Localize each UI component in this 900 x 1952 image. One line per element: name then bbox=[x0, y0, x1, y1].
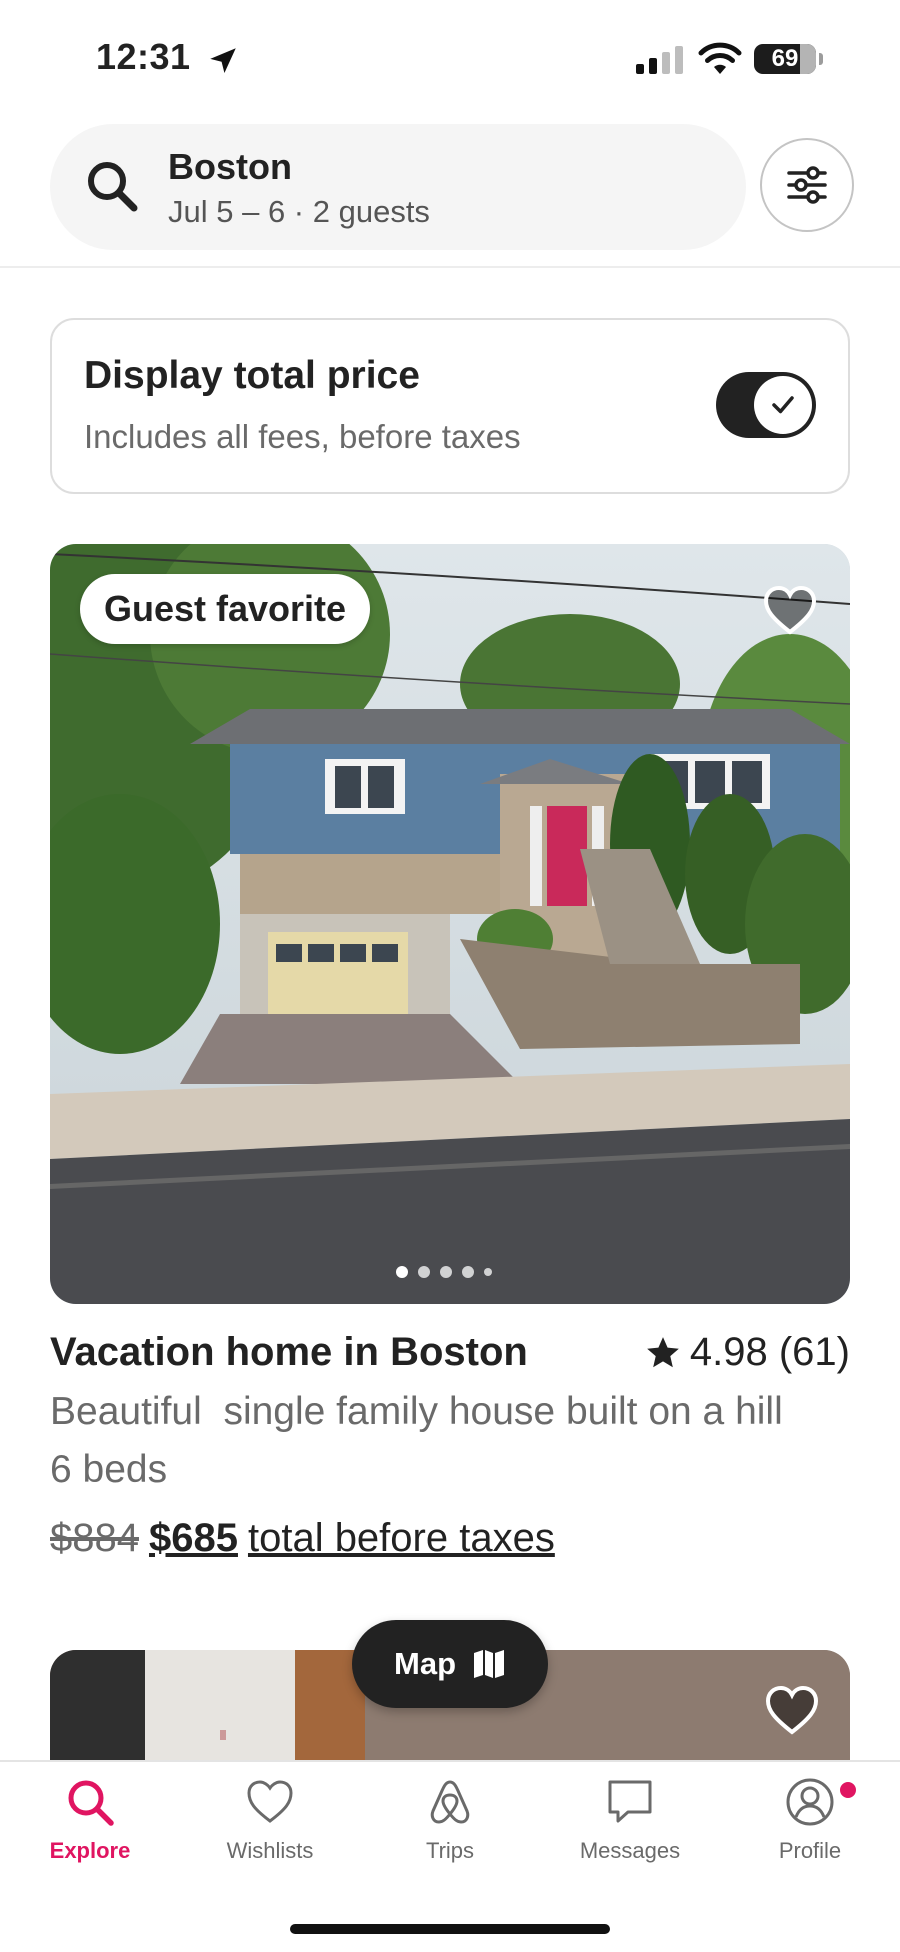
tab-wishlists[interactable]: Wishlists bbox=[190, 1776, 350, 1864]
listing-description: Beautiful single family house built on a… bbox=[50, 1390, 783, 1433]
heart-icon bbox=[247, 1780, 293, 1823]
pagination-dot bbox=[396, 1266, 408, 1278]
pagination-dot bbox=[440, 1266, 452, 1278]
header-divider bbox=[0, 266, 900, 268]
map-icon bbox=[474, 1650, 504, 1678]
map-button-label: Map bbox=[394, 1646, 456, 1681]
tab-profile[interactable]: Profile bbox=[730, 1776, 890, 1864]
total-price-subtitle: Includes all fees, before taxes bbox=[84, 418, 521, 455]
pagination-dot bbox=[418, 1266, 430, 1278]
home-indicator[interactable] bbox=[290, 1924, 610, 1934]
tab-label: Explore bbox=[49, 1838, 131, 1863]
search-icon bbox=[68, 1780, 114, 1826]
battery-level: 69 bbox=[771, 45, 799, 72]
heart-icon[interactable] bbox=[764, 1684, 820, 1736]
search-dates-guests: Jul 5 – 6 · 2 guests bbox=[168, 194, 430, 229]
guest-favorite-badge: Guest favorite bbox=[80, 574, 371, 644]
cellular-signal-icon bbox=[636, 46, 683, 74]
heart-icon[interactable] bbox=[762, 584, 818, 636]
filter-button[interactable] bbox=[760, 138, 854, 232]
listing-beds: 6 beds bbox=[50, 1448, 168, 1491]
sliders-icon bbox=[787, 166, 827, 204]
price-suffix: total before taxes bbox=[247, 1516, 555, 1560]
house-photo-illustration bbox=[50, 544, 850, 1304]
photo-pagination bbox=[396, 1266, 492, 1278]
checkmark-icon bbox=[772, 396, 794, 414]
tab-label: Trips bbox=[425, 1838, 475, 1863]
airbnb-logo-icon bbox=[430, 1780, 470, 1824]
pagination-dot bbox=[462, 1266, 474, 1278]
total-price-toggle[interactable] bbox=[716, 372, 816, 438]
search-location: Boston bbox=[168, 146, 292, 187]
listing-title[interactable]: Vacation home in Boston bbox=[50, 1330, 528, 1375]
notification-dot bbox=[838, 1780, 858, 1800]
tab-label: Profile bbox=[778, 1838, 842, 1863]
listing-price[interactable]: $884 $685 total before taxes bbox=[50, 1516, 555, 1561]
tab-label: Wishlists bbox=[226, 1838, 314, 1863]
wifi-icon bbox=[698, 42, 742, 74]
search-icon bbox=[88, 162, 138, 212]
message-icon bbox=[608, 1780, 652, 1823]
total-price-title: Display total price bbox=[84, 354, 420, 397]
discounted-price: $685 bbox=[148, 1516, 238, 1560]
tab-explore[interactable]: Explore bbox=[10, 1776, 170, 1864]
search-bar[interactable] bbox=[50, 124, 746, 250]
tab-label: Messages bbox=[579, 1838, 681, 1863]
listing-rating: 4.98 (61) bbox=[644, 1330, 850, 1375]
rating-value: 4.98 (61) bbox=[689, 1330, 850, 1374]
location-arrow-icon bbox=[210, 48, 236, 74]
status-time: 12:31 bbox=[96, 36, 191, 77]
original-price: $884 bbox=[50, 1516, 139, 1560]
profile-icon bbox=[786, 1778, 834, 1826]
battery-indicator: 69 bbox=[754, 44, 823, 74]
tab-messages[interactable]: Messages bbox=[550, 1776, 710, 1864]
star-icon bbox=[647, 1336, 679, 1367]
listing-photo[interactable] bbox=[50, 544, 850, 1304]
toggle-knob bbox=[754, 376, 812, 434]
map-button[interactable]: Map bbox=[352, 1620, 548, 1708]
tab-trips[interactable]: Trips bbox=[370, 1776, 530, 1864]
pagination-dot bbox=[484, 1268, 492, 1276]
